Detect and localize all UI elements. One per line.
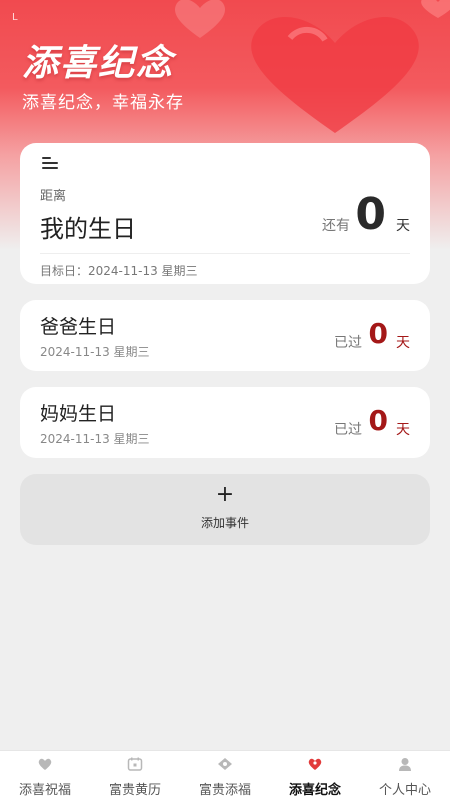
app-subtitle: 添喜纪念，幸福永存 (22, 93, 184, 113)
tab-fortune[interactable]: 富贵添福 (180, 751, 270, 800)
event-date: 2024-11-13 星期三 (40, 432, 150, 446)
passed-label: 已过 (334, 335, 362, 351)
heart-wish-icon (38, 758, 52, 770)
tab-label: 富贵添福 (198, 783, 251, 798)
app-title: 添喜纪念 (22, 43, 175, 84)
target-date: 目标日：2024-11-13 星期三 (40, 264, 198, 278)
main-event-card[interactable]: 距离 我的生日 还有 0 天 目标日：2024-11-13 星期三 (20, 143, 430, 284)
days-count: 0 (368, 404, 388, 437)
status-indicator: L (12, 12, 18, 23)
days-count: 0 (368, 317, 388, 350)
day-unit: 天 (396, 335, 410, 351)
bottom-tab-bar: 添喜祝福 富贵黄历 富贵添福 添喜纪念 个人中心 (0, 750, 450, 800)
days-count: 0 (355, 189, 386, 240)
tab-label: 添喜祝福 (18, 783, 71, 798)
user-icon (399, 758, 411, 771)
anniversary-icon (308, 758, 322, 770)
event-title: 妈妈生日 (40, 403, 117, 425)
event-date: 2024-11-13 星期三 (40, 345, 150, 359)
day-unit: 天 (396, 422, 410, 438)
event-title: 爸爸生日 (40, 316, 117, 338)
calendar-icon (127, 757, 143, 771)
large-heart-decoration (251, 16, 419, 133)
tab-label: 个人中心 (378, 783, 431, 798)
tab-label: 添喜纪念 (288, 783, 341, 798)
corner-heart-decoration (421, 0, 450, 18)
day-unit: 天 (396, 218, 410, 234)
event-card-mom-birthday[interactable]: 妈妈生日 2024-11-13 星期三 已过 0 天 (20, 387, 430, 458)
tab-blessing[interactable]: 添喜祝福 (0, 751, 90, 800)
small-heart-decoration (175, 0, 225, 38)
add-event-label: 添加事件 (200, 516, 249, 530)
main-event-title: 我的生日 (40, 215, 136, 243)
plus-icon: + (215, 482, 235, 507)
tab-almanac[interactable]: 富贵黄历 (90, 751, 180, 800)
distance-label: 距离 (40, 189, 67, 204)
event-card-dad-birthday[interactable]: 爸爸生日 2024-11-13 星期三 已过 0 天 (20, 300, 430, 371)
passed-label: 已过 (334, 422, 362, 438)
tab-label: 富贵黄历 (108, 783, 161, 798)
divider (40, 253, 410, 254)
tab-anniversary[interactable]: 添喜纪念 (270, 751, 360, 800)
remaining-label: 还有 (322, 218, 350, 234)
tab-profile[interactable]: 个人中心 (360, 751, 450, 800)
add-event-button[interactable]: + 添加事件 (20, 474, 430, 545)
menu-icon[interactable] (42, 157, 60, 171)
blessing-icon (218, 758, 232, 770)
